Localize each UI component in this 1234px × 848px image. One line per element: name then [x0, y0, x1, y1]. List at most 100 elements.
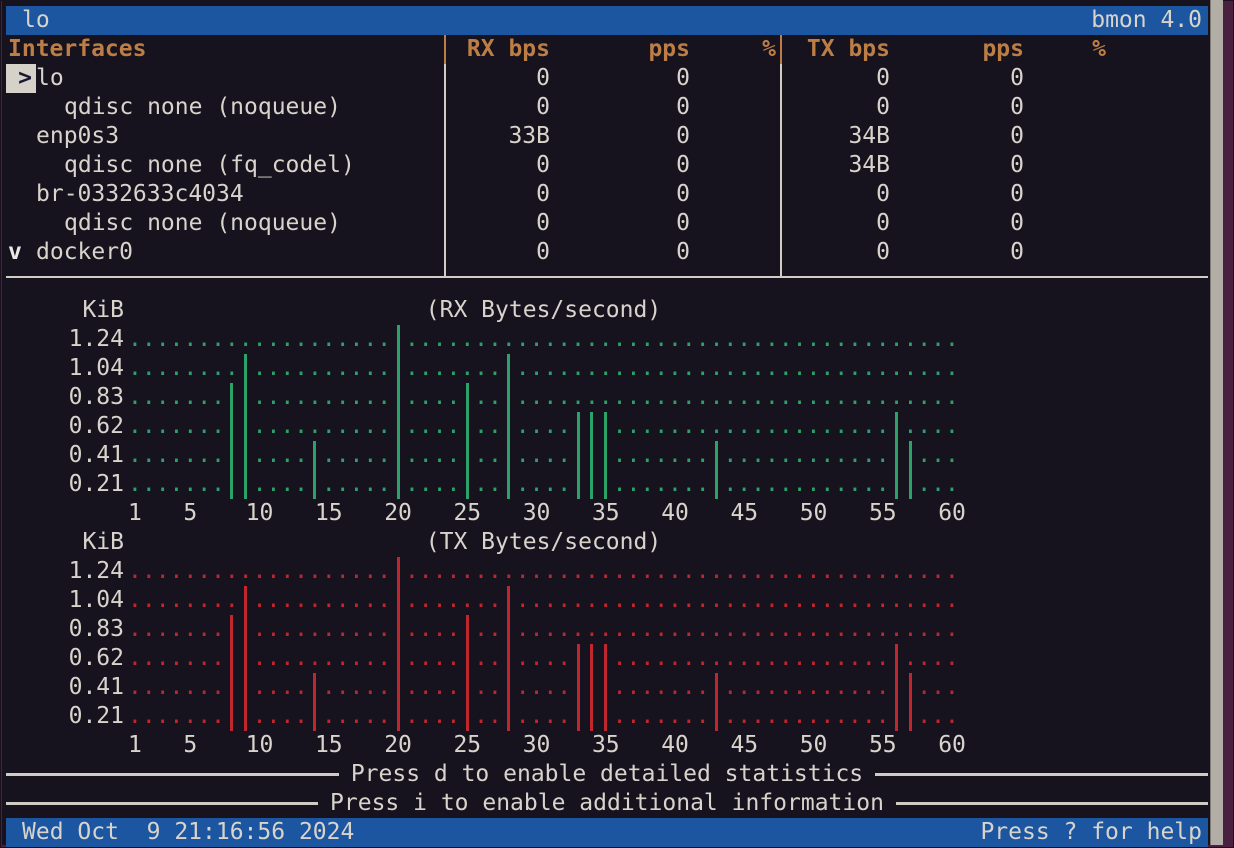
graph-bar: [313, 441, 316, 499]
table-row[interactable]: qdisc none (noqueue)0000: [6, 209, 1208, 238]
y-axis-tick-label: 0.21: [36, 470, 124, 499]
selection-cursor: >: [6, 64, 36, 93]
terminal-window: lo bmon 4.0 Interfaces RX bps pps % TX b…: [0, 0, 1234, 848]
graph-dot-row: ....... .... ..... .... .. .... ....... …: [128, 673, 959, 702]
rx-pps-value: 0: [560, 64, 690, 93]
tx-pps-value: 0: [894, 180, 1024, 209]
x-axis: 151015202530354045505560: [128, 731, 959, 760]
title-bar: lo bmon 4.0: [6, 6, 1208, 35]
graph-dot-row: ........ .......... ....... ............…: [128, 586, 959, 615]
x-axis-tick-label: 60: [938, 731, 966, 760]
interface-name: br-0332633c4034: [36, 180, 244, 209]
qdisc-name: qdisc none (fq_codel): [64, 151, 355, 180]
graph-bar: [909, 673, 912, 731]
graph-dot-row: ........ .......... ....... ............…: [128, 354, 959, 383]
rx-bps-value: 0: [420, 151, 550, 180]
column-divider: [780, 64, 782, 277]
hint-detailed-statistics: Press d to enable detailed statistics: [6, 760, 1208, 789]
hint-text: Press d to enable detailed statistics: [339, 760, 875, 789]
graph-bar: [577, 644, 580, 731]
interface-name: enp0s3: [36, 122, 119, 151]
y-axis-tick-label: 0.62: [36, 412, 124, 441]
x-axis-tick-label: 35: [592, 731, 620, 760]
interface-name: lo: [36, 64, 64, 93]
x-axis-tick-label: 55: [869, 499, 897, 528]
bmon-screen: lo bmon 4.0 Interfaces RX bps pps % TX b…: [6, 6, 1208, 845]
qdisc-name: qdisc none (noqueue): [64, 93, 341, 122]
app-version: bmon 4.0: [1091, 6, 1202, 35]
rx-pps-value: 0: [560, 122, 690, 151]
graph-bar: [397, 557, 400, 731]
graph-dot-row: ................... ....................…: [128, 557, 959, 586]
rx-pps-value: 0: [560, 93, 690, 122]
table-row[interactable]: qdisc none (fq_codel)0034B0: [6, 151, 1208, 180]
column-divider: [444, 64, 446, 277]
tx-pps-value: 0: [894, 238, 1024, 267]
x-axis-tick-label: 40: [661, 731, 689, 760]
graph-bar: [895, 412, 898, 499]
y-axis-tick-label: 0.21: [36, 702, 124, 731]
terminal-background: lo bmon 4.0 Interfaces RX bps pps % TX b…: [2, 0, 1210, 845]
graph-unit-label: KiB: [36, 528, 124, 557]
x-axis-tick-label: 25: [453, 499, 481, 528]
column-header-tx-pct: %: [976, 35, 1106, 64]
graph-bar: [590, 644, 593, 731]
graph-plot-area: ................... ....................…: [128, 557, 959, 731]
graph-plot-area: ................... ....................…: [128, 325, 959, 499]
qdisc-name: qdisc none (noqueue): [64, 209, 341, 238]
rx-bps-value: 0: [420, 93, 550, 122]
x-axis-tick-label: 50: [800, 731, 828, 760]
x-axis-tick-label: 10: [246, 499, 274, 528]
graph-dot-row: ....... .... ..... .... .. .... ....... …: [128, 702, 959, 731]
y-axis-tick-label: 0.83: [36, 383, 124, 412]
graph-bar: [715, 441, 718, 499]
x-axis: 151015202530354045505560: [128, 499, 959, 528]
scrollbar[interactable]: [1210, 0, 1223, 845]
x-axis-tick-label: 45: [730, 499, 758, 528]
status-bar: Wed Oct 9 21:16:56 2024 Press ? for help: [6, 818, 1208, 847]
interface-name: docker0: [36, 238, 133, 267]
x-axis-tick-label: 20: [384, 499, 412, 528]
x-axis-tick-label: 40: [661, 499, 689, 528]
table-row[interactable]: enp0s333B034B0: [6, 122, 1208, 151]
tx-pps-value: 0: [894, 209, 1024, 238]
rx-pps-value: 0: [560, 238, 690, 267]
x-axis-tick-label: 10: [246, 731, 274, 760]
selected-interface-title: lo: [22, 6, 50, 35]
table-row[interactable]: vdocker00000: [6, 238, 1208, 267]
table-row[interactable]: qdisc none (noqueue)0000: [6, 93, 1208, 122]
graph-bar: [604, 412, 607, 499]
graph-dot-row: ....... .......... .... .. .............…: [128, 615, 959, 644]
graph-bar: [604, 644, 607, 731]
y-axis-tick-label: 1.24: [36, 325, 124, 354]
graph-bar: [507, 586, 510, 731]
rx-pps-value: 0: [560, 180, 690, 209]
x-axis-tick-label: 35: [592, 499, 620, 528]
help-hint: Press ? for help: [980, 818, 1202, 847]
x-axis-tick-label: 50: [800, 499, 828, 528]
graph-bar: [397, 325, 400, 499]
graph-title: (TX Bytes/second): [128, 528, 959, 557]
x-axis-tick-label: 1: [128, 499, 142, 528]
table-row[interactable]: br-0332633c40340000: [6, 180, 1208, 209]
tx-pps-value: 0: [894, 64, 1024, 93]
x-axis-tick-label: 5: [183, 731, 197, 760]
graph-bar: [466, 383, 469, 499]
table-graph-separator: [6, 276, 1208, 278]
x-axis-tick-label: 45: [730, 731, 758, 760]
column-divider-cap: [780, 35, 782, 64]
graph-bar: [895, 644, 898, 731]
graph-bar: [244, 586, 247, 731]
graph-bar: [577, 412, 580, 499]
y-axis-tick-label: 1.04: [36, 586, 124, 615]
table-row[interactable]: >lo0000: [6, 64, 1208, 93]
rx-graph: KiB(RX Bytes/second)1.241.040.830.620.41…: [6, 296, 1208, 528]
rx-bps-value: 0: [420, 180, 550, 209]
rx-bps-value: 0: [420, 238, 550, 267]
x-axis-tick-label: 60: [938, 499, 966, 528]
y-axis-tick-label: 0.62: [36, 644, 124, 673]
table-header: Interfaces RX bps pps % TX bps pps %: [6, 35, 1208, 64]
graph-dot-row: ....... .......... .... .. .............…: [128, 383, 959, 412]
graph-bar: [715, 673, 718, 731]
clock-text: Wed Oct 9 21:16:56 2024: [22, 818, 354, 847]
